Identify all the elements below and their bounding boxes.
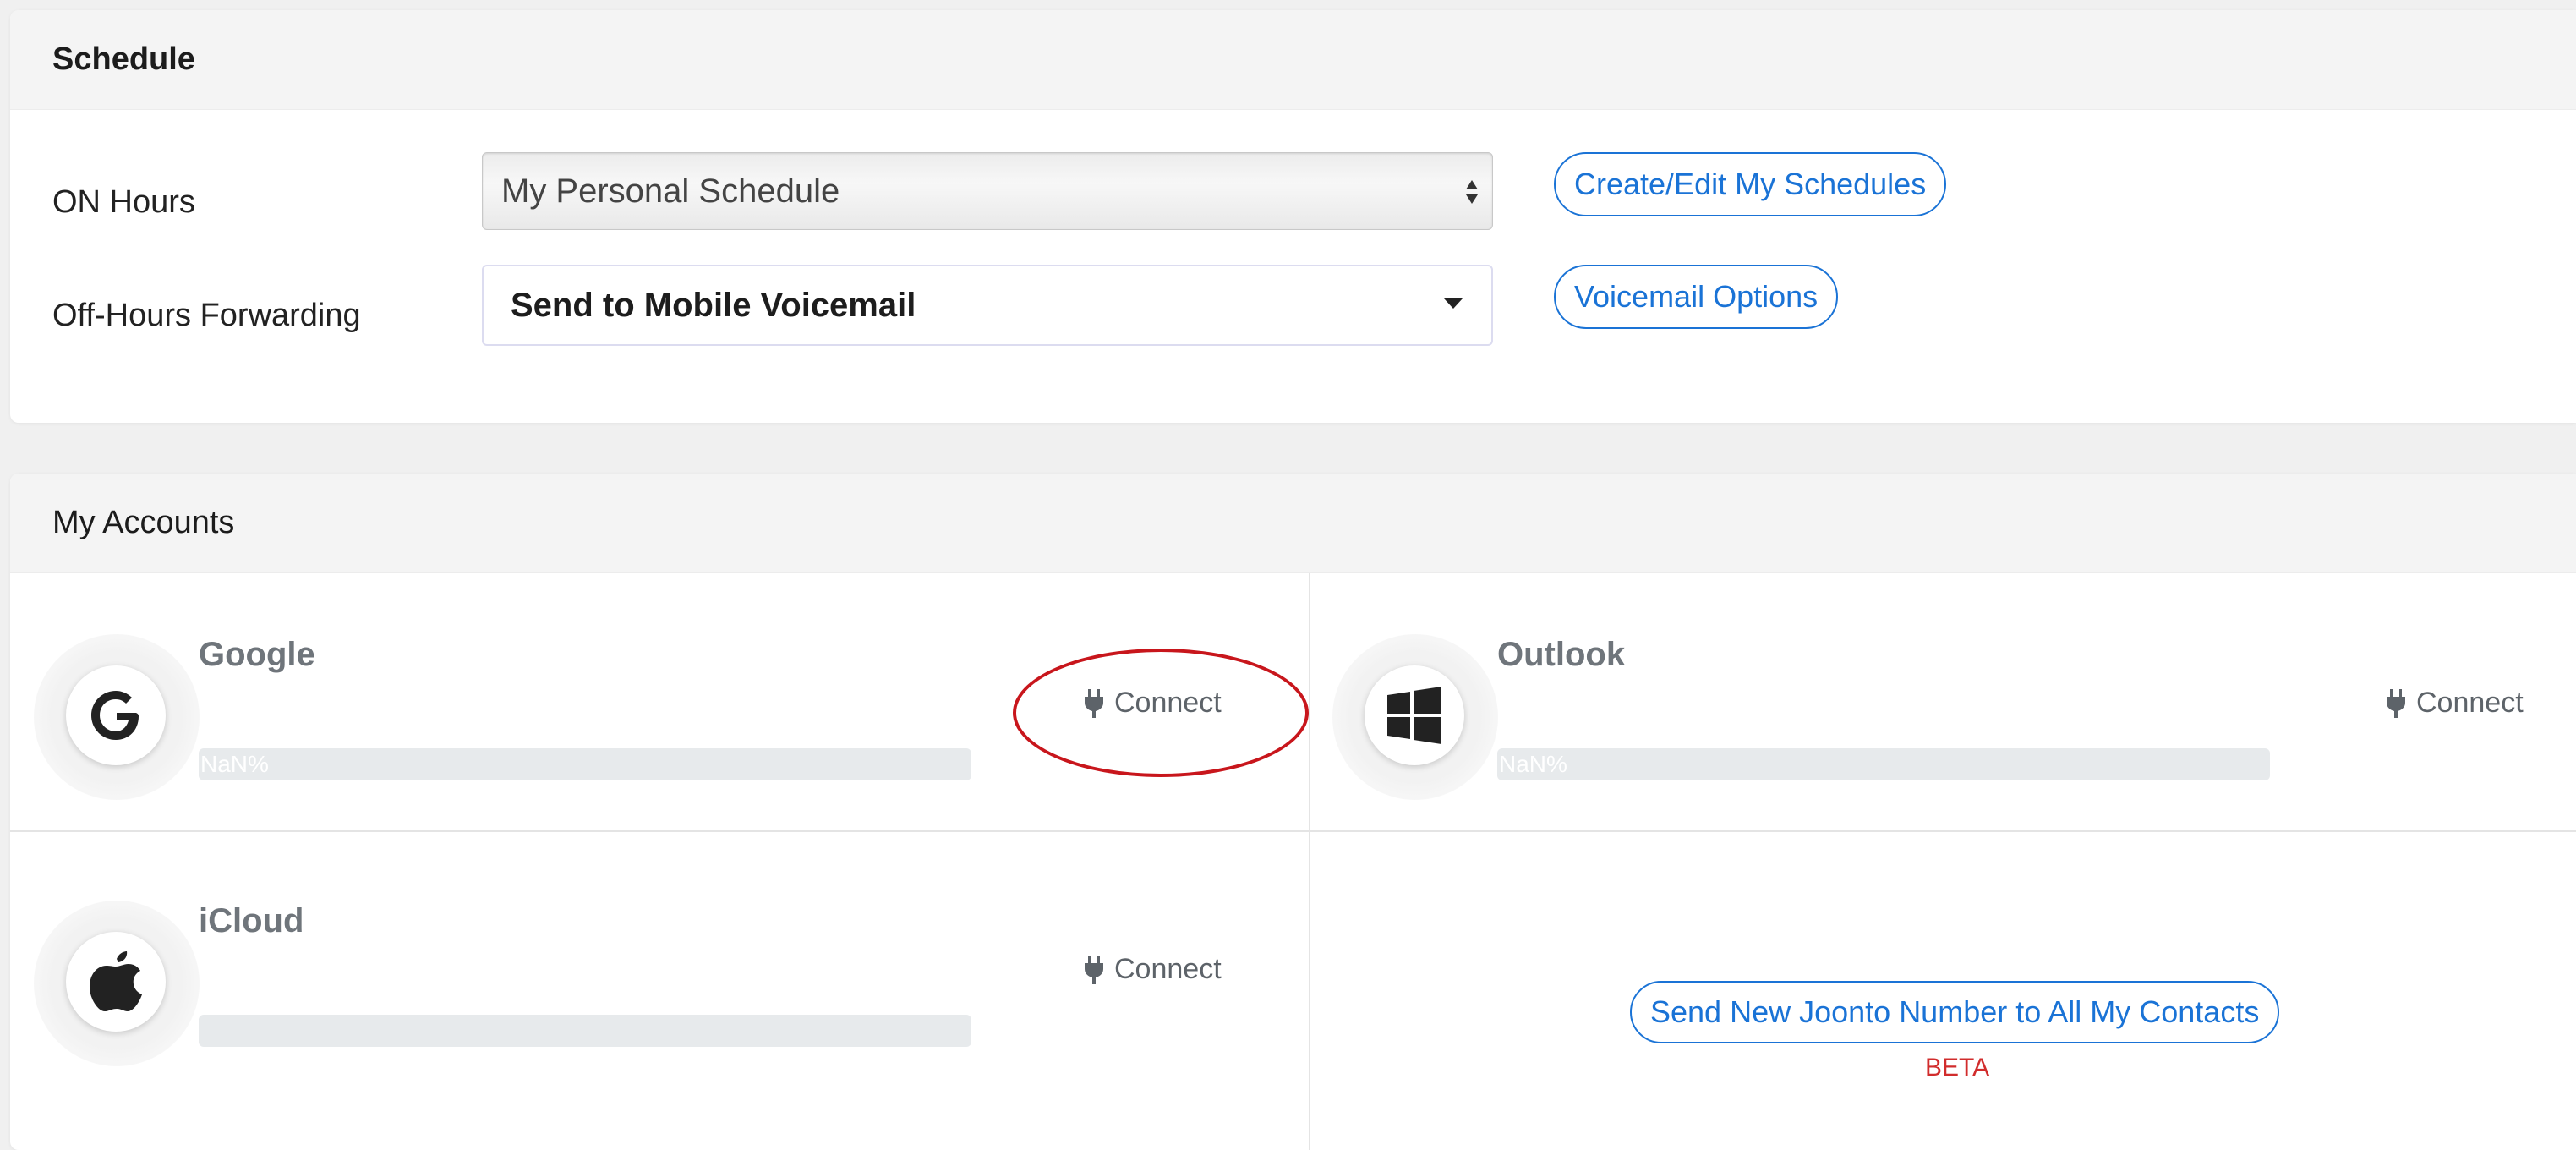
on-hours-label: ON Hours — [52, 184, 195, 220]
icloud-connect-button[interactable]: Connect — [1084, 953, 1222, 986]
voicemail-options-button[interactable]: Voicemail Options — [1554, 265, 1839, 329]
accounts-title: My Accounts — [52, 505, 235, 540]
send-number-to-contacts-button[interactable]: Send New Joonto Number to All My Contact… — [1630, 981, 2280, 1043]
schedule-card: Schedule ON Hours My Personal Schedule C… — [10, 10, 2576, 423]
on-hours-selected-value: My Personal Schedule — [501, 172, 840, 210]
off-hours-label: Off-Hours Forwarding — [52, 298, 361, 333]
chevron-down-icon — [1444, 298, 1463, 309]
progress-label: NaN% — [1499, 751, 1567, 777]
sync-progress-bar — [199, 1015, 971, 1047]
accounts-header: My Accounts — [10, 474, 2576, 573]
off-hours-selected-value: Send to Mobile Voicemail — [511, 286, 916, 324]
plug-icon — [2387, 688, 2405, 718]
schedule-title: Schedule — [52, 41, 195, 77]
sync-progress-bar: NaN% — [1497, 748, 2270, 780]
outlook-connect-button[interactable]: Connect — [2386, 687, 2524, 720]
select-arrows-icon — [1466, 180, 1478, 204]
plug-icon — [1085, 955, 1103, 984]
progress-label: NaN% — [200, 751, 269, 777]
beta-label: BETA — [1925, 1054, 1990, 1082]
on-hours-select[interactable]: My Personal Schedule — [482, 152, 1493, 230]
off-hours-forwarding-select[interactable]: Send to Mobile Voicemail — [482, 265, 1493, 346]
grid-divider-vertical — [1309, 573, 1310, 1150]
annotation-ellipse — [1013, 649, 1309, 777]
create-edit-schedules-button[interactable]: Create/Edit My Schedules — [1554, 152, 1947, 216]
google-icon — [66, 665, 166, 765]
sync-progress-bar: NaN% — [199, 748, 971, 780]
apple-icon — [66, 932, 166, 1032]
grid-divider-horizontal — [10, 830, 2576, 832]
connect-label: Connect — [1114, 953, 1222, 985]
schedule-header: Schedule — [10, 10, 2576, 110]
account-name: iCloud — [199, 902, 304, 939]
windows-icon — [1365, 665, 1464, 765]
account-name: Google — [199, 636, 315, 673]
connect-label: Connect — [2416, 687, 2524, 719]
account-name: Outlook — [1497, 636, 1626, 673]
accounts-card: My Accounts Google NaN% Connect Outlook … — [10, 474, 2576, 1150]
